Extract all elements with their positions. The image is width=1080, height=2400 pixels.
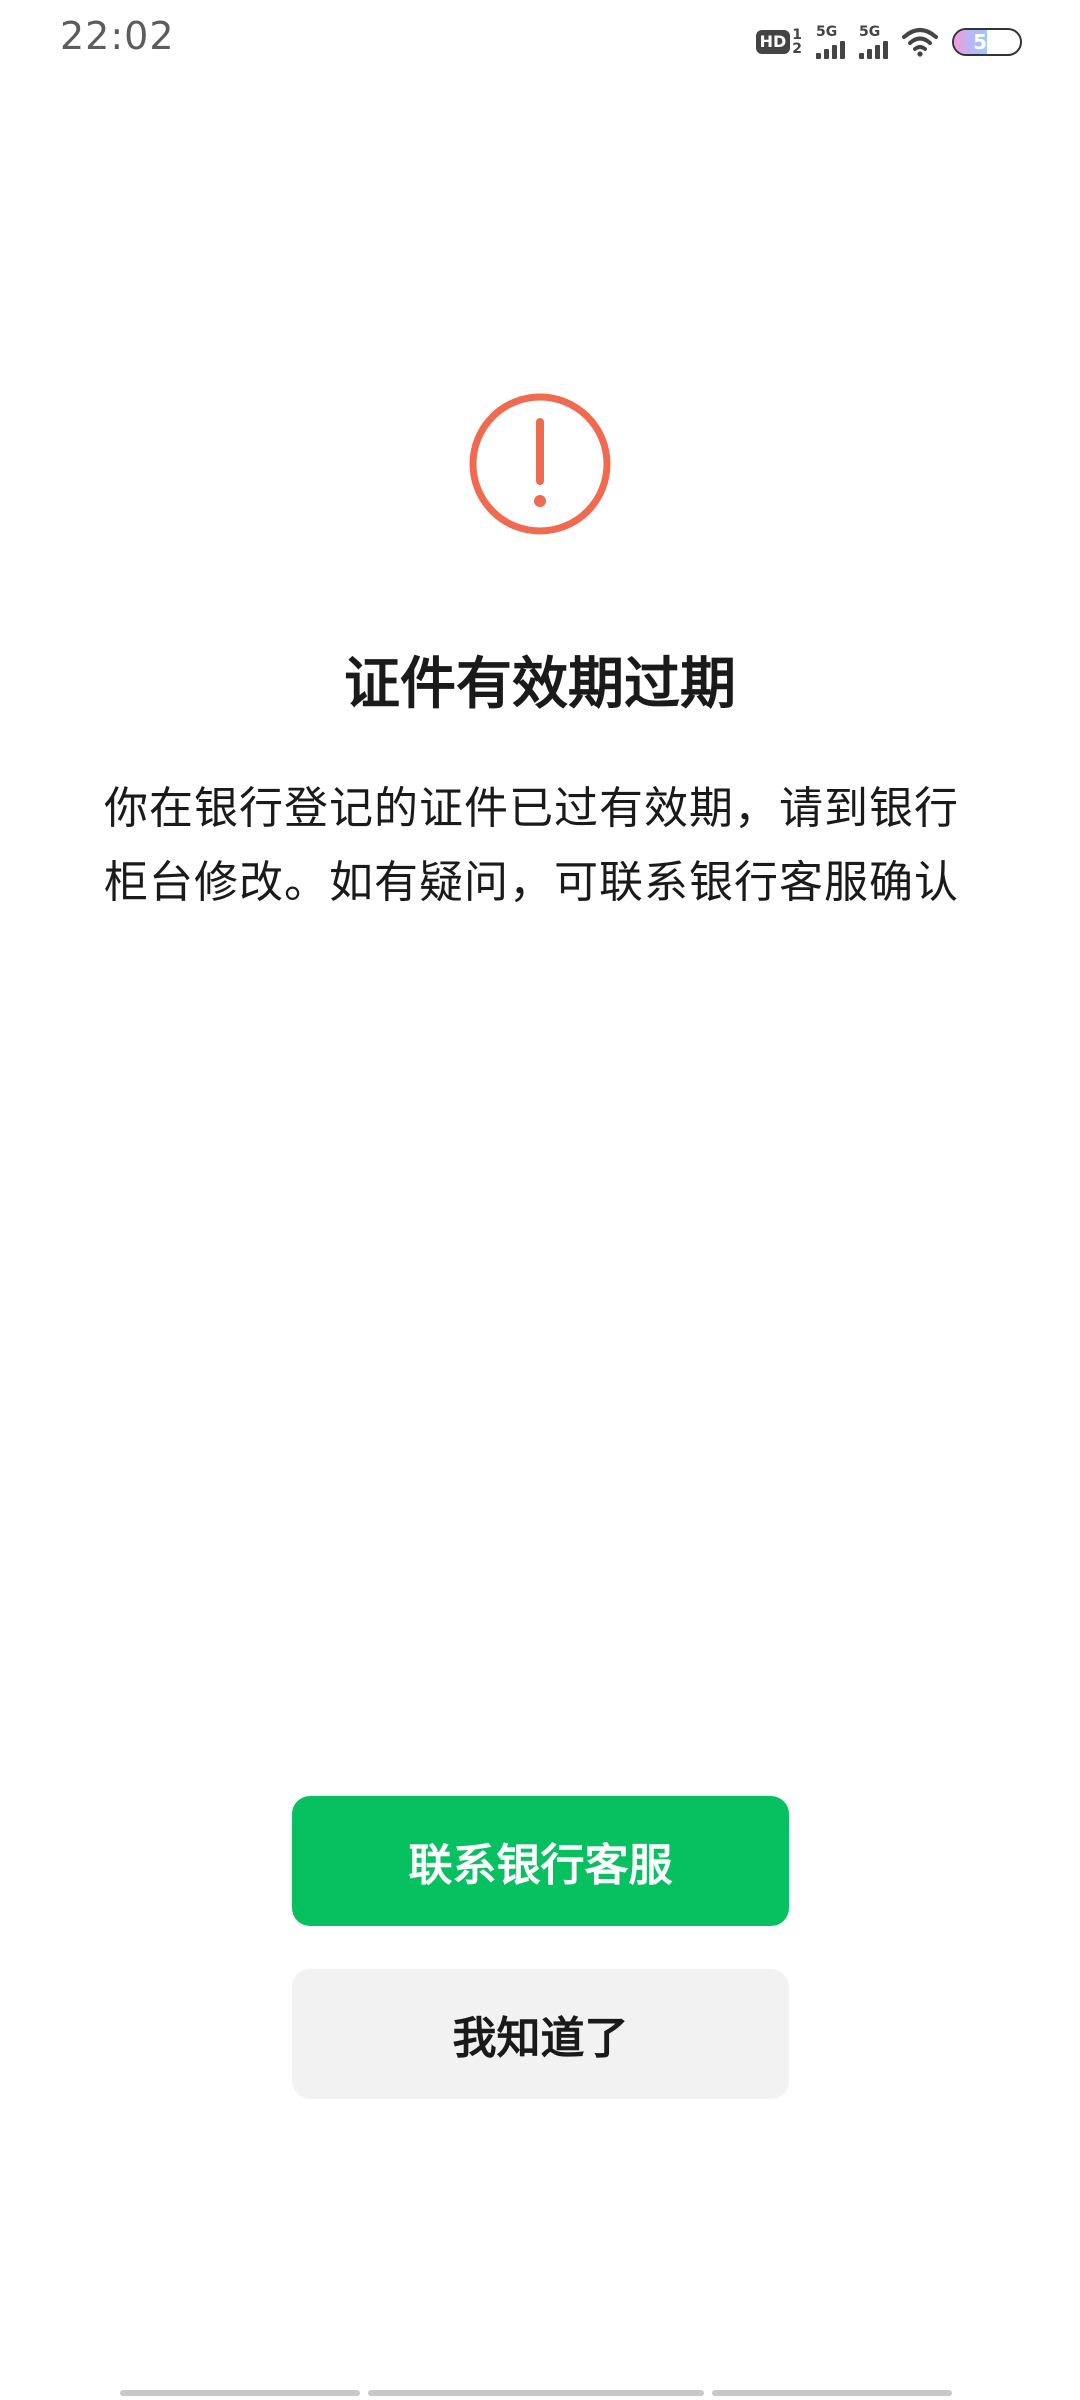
page-message: 你在银行登记的证件已过有效期，请到银行柜台修改。如有疑问，可联系银行客服确认 xyxy=(104,783,959,908)
acknowledge-button[interactable]: 我知道了 xyxy=(292,1969,789,2099)
hd-icon: HD 1 2 xyxy=(755,28,802,56)
signal-bars-icon xyxy=(859,41,888,59)
signal-icon-sim2: 5G xyxy=(859,25,888,59)
hd-label: HD xyxy=(755,30,791,54)
sim2-network-label: 5G xyxy=(859,24,881,40)
page-title: 证件有效期过期 xyxy=(344,652,736,717)
battery-icon: 50 xyxy=(952,28,1022,56)
gesture-navigation-bar xyxy=(120,2390,960,2396)
signal-icon-sim1: 5G xyxy=(816,25,845,59)
contact-bank-service-button[interactable]: 联系银行客服 xyxy=(292,1796,789,1926)
hd-sim-bottom: 2 xyxy=(792,41,802,57)
hd-sim-indicator: 1 2 xyxy=(792,28,802,56)
status-bar: 22:02 HD 1 2 5G 5G 50 xyxy=(0,0,1080,84)
battery-level: 50 xyxy=(973,30,1001,54)
status-icons: HD 1 2 5G 5G 50 xyxy=(755,22,1022,62)
signal-bars-icon xyxy=(816,41,845,59)
sim1-network-label: 5G xyxy=(816,24,838,40)
status-time: 22:02 xyxy=(60,14,175,58)
exclamation-circle-icon xyxy=(469,393,611,535)
hd-sim-top: 1 xyxy=(792,27,802,43)
wifi-icon xyxy=(902,28,938,57)
